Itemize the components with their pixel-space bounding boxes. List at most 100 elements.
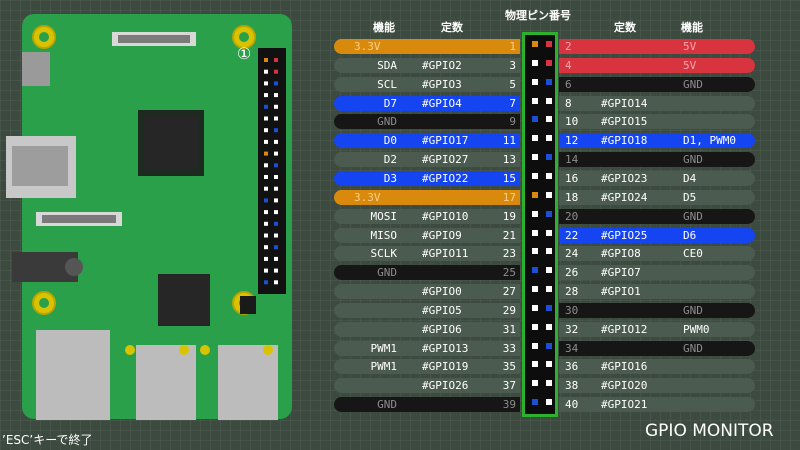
pin-number: 18 [565,190,579,204]
pin-function: 5V [683,40,697,53]
pin-number: 31 [502,322,516,336]
pin-row-22: D6 #GPIO25 22 [559,227,755,243]
pin-gpio-name: #GPIO1 [601,285,641,299]
header-pin-1 [532,41,538,47]
board-pin-40 [274,280,278,285]
pin-row-10: #GPIO15 10 [559,114,755,130]
pin-row-37: #GPIO26 37 [334,378,520,394]
pin-number: 36 [565,360,579,374]
board-pin-14 [274,128,278,133]
header-pin-32 [546,323,552,330]
pin-number: 17 [502,190,516,204]
board-pin-2 [274,58,278,62]
board-pin-13 [264,128,268,133]
board-pin-4 [274,69,278,74]
header-pin-11 [532,135,538,142]
pin-function: PWM1 [370,360,398,374]
header-pin-33 [532,342,538,349]
board-pin-10 [274,104,278,109]
pin-gpio-name: #GPIO27 [422,153,469,167]
pin-gpio-name: #GPIO23 [601,171,648,185]
pin-row-14: GND 14 [559,152,755,168]
header-pin-10 [546,116,552,123]
header-pin-39 [532,399,538,406]
pin-row-29: #GPIO5 29 [334,302,520,318]
pin-gpio-name: #GPIO6 [422,322,462,336]
pin-number: 29 [502,303,516,317]
pin-gpio-name: #GPIO12 [601,322,648,336]
pin-number: 40 [565,398,579,412]
pin-gpio-name: #GPIO25 [601,228,648,242]
pin-gpio-name: #GPIO16 [601,360,648,374]
board-pin-37 [264,268,268,273]
pin-number: 11 [502,134,516,148]
board-pin-18 [274,151,278,156]
board-pin-8 [274,93,278,98]
pin-number: 32 [565,322,579,336]
pin-number: 24 [565,247,579,261]
header-pin-26 [546,267,552,274]
pin-gpio-name: #GPIO13 [422,341,469,355]
left-name-header: 定数 [441,21,463,34]
pin-number: 15 [502,171,516,185]
pin-function: PWM1 [370,341,398,355]
pin-function: D1, PWM0 [683,134,736,148]
pin-number: 34 [565,341,579,355]
pin-row-5: SCL #GPIO3 5 [334,76,520,92]
pin-gpio-name: #GPIO11 [422,247,469,261]
board-pin-22 [274,175,278,179]
pin-number: 2 [565,40,572,53]
board-pin-7 [264,93,268,98]
pin-function: D4 [683,171,697,185]
board-pin-16 [274,139,278,144]
header-pin-13 [532,154,538,161]
pin-gpio-name: #GPIO20 [601,379,648,393]
pin-number: 13 [502,153,516,167]
board-pin-28 [274,210,278,215]
board-pin-20 [274,163,278,168]
pin-function: D2 [383,153,397,167]
pin-row-23: SCLK #GPIO11 23 [334,246,520,262]
pin-function: GND [377,398,397,412]
pin-row-24: CE0 #GPIO8 24 [559,246,755,262]
pin-number: 37 [502,379,516,393]
pin-function: D7 [383,96,397,110]
pin-row-3: SDA #GPIO2 3 [334,57,520,73]
header-pin-17 [532,191,538,198]
pin-function: D3 [383,171,397,185]
pin-row-15: D3 #GPIO22 15 [334,170,520,186]
pin-gpio-name: #GPIO14 [601,96,648,110]
board-pin-32 [274,233,278,238]
pin-gpio-name: #GPIO8 [601,247,641,261]
board-pin-36 [274,256,278,261]
pin-gpio-name: #GPIO19 [422,360,469,374]
header-pin-27 [532,286,538,293]
pin-gpio-name: #GPIO24 [601,190,648,204]
pin-function: D5 [683,190,697,204]
pin-gpio-name: #GPIO2 [422,58,462,72]
header-pin-2 [546,41,552,47]
pin1-marker: ① [237,44,251,63]
header-pin-36 [546,361,552,368]
pin-function: GND [377,115,397,129]
header-pin-18 [546,191,552,198]
pin-row-32: PWM0 #GPIO12 32 [559,321,755,337]
header-pin-3 [532,59,538,66]
pin-row-28: #GPIO1 28 [559,284,755,300]
pin-row-12: D1, PWM0 #GPIO18 12 [559,133,755,149]
pin-function: GND [683,77,703,91]
header-pin-21 [532,229,538,236]
pin-row-35: PWM1 #GPIO19 35 [334,359,520,375]
pin-row-34: GND 34 [559,340,755,356]
board-pin-27 [264,210,268,215]
pin-number: 27 [502,285,516,299]
pin-function: SCLK [370,247,398,261]
pin-function: 3.3V [354,190,381,204]
pin-number: 22 [565,228,579,242]
header-pin-9 [532,116,538,123]
header-pin-22 [546,229,552,236]
header-pin-35 [532,361,538,368]
board-pin-25 [264,198,268,203]
pin-row-27: #GPIO0 27 [334,284,520,300]
pin-gpio-name: #GPIO5 [422,303,462,317]
